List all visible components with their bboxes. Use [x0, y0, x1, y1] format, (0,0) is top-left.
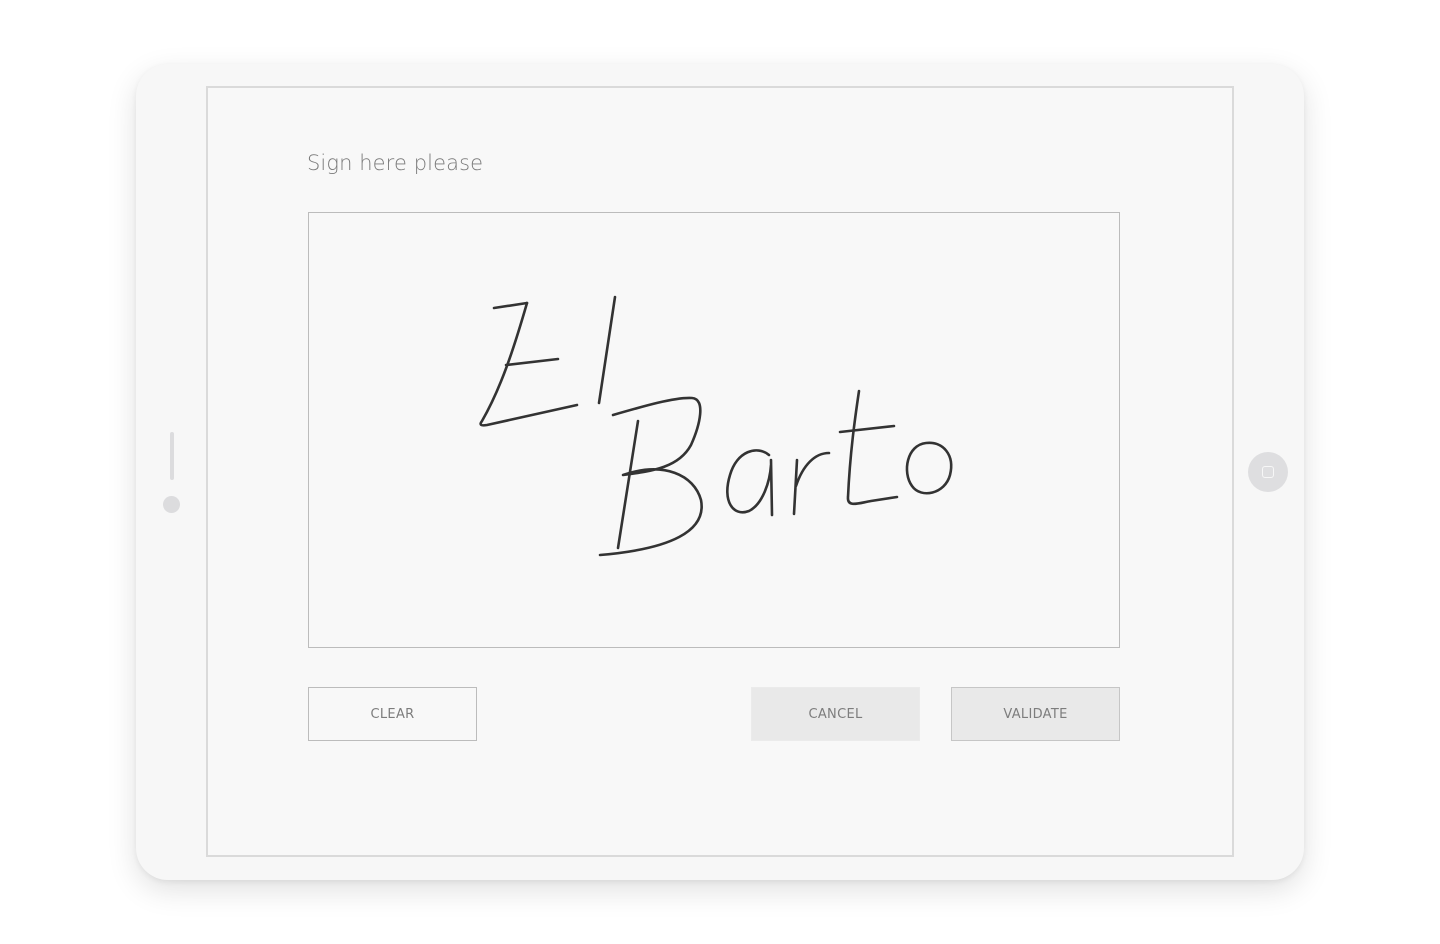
tablet-frame: Sign here please CLEAR CANCEL VALIDATE	[136, 64, 1304, 880]
clear-button[interactable]: CLEAR	[308, 687, 477, 741]
signature-stroke-e-top	[492, 301, 529, 310]
cancel-button[interactable]: CANCEL	[751, 687, 920, 741]
signature-stroke-o	[905, 441, 953, 495]
signature-pad[interactable]	[308, 212, 1120, 648]
camera-slot	[170, 432, 174, 480]
home-button[interactable]	[1248, 452, 1288, 492]
signature-stroke-t-stem	[846, 389, 899, 506]
signature-stroke-e-mid	[504, 357, 560, 367]
signature-stroke-b-bowls	[598, 396, 703, 557]
home-square-icon	[1262, 466, 1274, 478]
signature-stroke-l	[597, 295, 617, 405]
signature-stroke-e-stem	[479, 301, 579, 427]
camera-dot	[163, 496, 180, 513]
signature-stroke-t-cross	[838, 424, 896, 434]
signature-prompt: Sign here please	[307, 151, 484, 175]
tablet-screen: Sign here please CLEAR CANCEL VALIDATE	[206, 86, 1234, 857]
signature-stroke-b-stem	[616, 419, 640, 550]
signature-stroke-a	[726, 449, 774, 517]
validate-button[interactable]: VALIDATE	[951, 687, 1120, 741]
signature-drawing	[479, 295, 953, 557]
signature-stroke-r	[792, 451, 831, 516]
